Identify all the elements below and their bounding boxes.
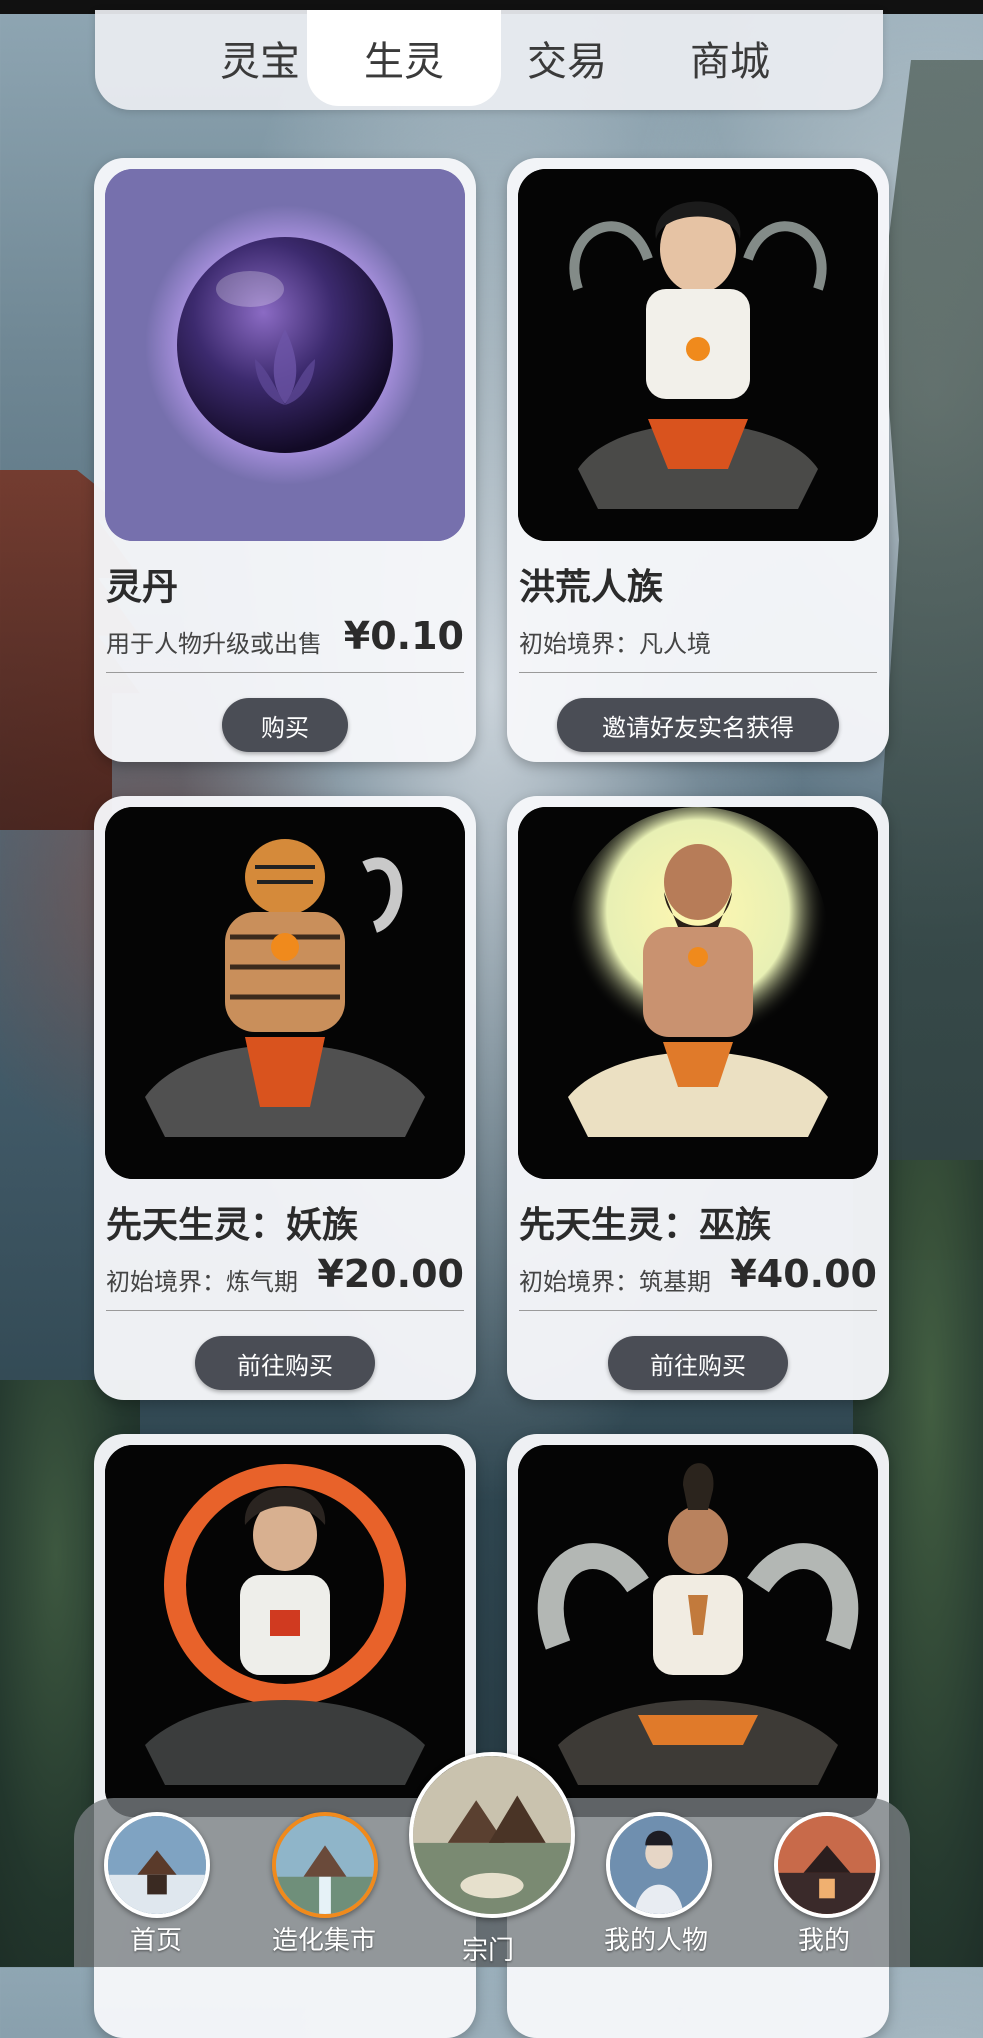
product-card[interactable]: 先天生灵：妖族 初始境界：炼气期 ¥20.00 前往购买: [94, 796, 476, 1400]
tab-jiaoyi[interactable]: 交易: [487, 10, 647, 106]
card-subtitle: 初始境界：炼气期: [106, 1268, 298, 1296]
home-avatar-icon: [104, 1812, 210, 1918]
divider: [519, 1310, 877, 1311]
card-subtitle: 初始境界：凡人境: [519, 630, 711, 658]
card-subtitle: 用于人物升级或出售: [106, 630, 322, 658]
card-price: ¥20.00: [317, 1252, 464, 1296]
card-title: 洪荒人族: [519, 567, 664, 608]
buy-button[interactable]: 购买: [222, 698, 348, 752]
go-buy-button[interactable]: 前往购买: [195, 1336, 375, 1390]
divider: [106, 1310, 464, 1311]
sect-avatar-icon: [409, 1752, 575, 1918]
card-price: ¥0.10: [343, 614, 464, 658]
category-tabs: 灵宝 生灵 交易 商城: [95, 10, 883, 110]
invite-friends-button[interactable]: 邀请好友实名获得: [557, 698, 839, 752]
market-avatar-icon: [272, 1812, 378, 1918]
card-price: ¥40.00: [730, 1252, 877, 1296]
profile-avatar-icon: [774, 1812, 880, 1918]
nav-label: 造化集市: [271, 1926, 376, 1956]
card-title: 灵丹: [106, 567, 179, 608]
tab-shengling[interactable]: 生灵: [307, 10, 501, 106]
pill-image: [105, 169, 465, 541]
product-card[interactable]: 灵丹 用于人物升级或出售 ¥0.10 购买: [94, 158, 476, 762]
card-subtitle: 初始境界：筑基期: [519, 1268, 711, 1296]
nav-label: 我的人物: [603, 1926, 708, 1956]
character-avatar-icon: [606, 1812, 712, 1918]
card-title: 先天生灵：妖族: [106, 1205, 359, 1246]
product-card[interactable]: 洪荒人族 初始境界：凡人境 邀请好友实名获得: [507, 158, 889, 762]
go-buy-button[interactable]: 前往购买: [608, 1336, 788, 1390]
shaman-character-image: [518, 807, 878, 1179]
tab-shangcheng[interactable]: 商城: [650, 10, 810, 106]
warrior-character-image: [105, 1445, 465, 1817]
card-title: 先天生灵：巫族: [519, 1205, 772, 1246]
monk-character-image: [518, 1445, 878, 1817]
nav-label: 我的: [797, 1926, 850, 1956]
divider: [519, 672, 877, 673]
product-card[interactable]: 先天生灵：巫族 初始境界：筑基期 ¥40.00 前往购买: [507, 796, 889, 1400]
nav-label: 首页: [129, 1926, 182, 1956]
divider: [106, 672, 464, 673]
human-character-image: [518, 169, 878, 541]
tiger-character-image: [105, 807, 465, 1179]
nav-label: 宗门: [461, 1936, 514, 1966]
